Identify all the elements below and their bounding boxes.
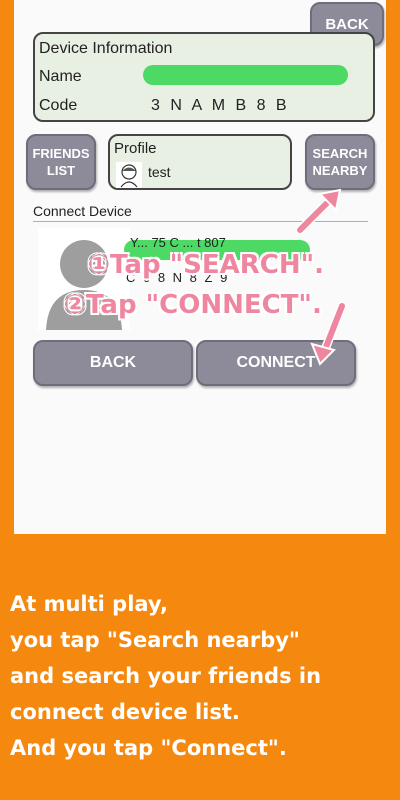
caption-line: And you tap "Connect". (10, 736, 287, 760)
profile-avatar-icon (116, 162, 142, 188)
code-value: 3 N A M B 8 B (151, 97, 290, 114)
connect-device-label: Connect Device (33, 203, 132, 219)
caption-line: you tap "Search nearby" (10, 628, 300, 652)
name-value-bar (143, 65, 348, 85)
friends-list-button[interactable]: FRIENDS LIST (26, 134, 96, 190)
search-nearby-button[interactable]: SEARCH NEARBY (305, 134, 375, 190)
back-button-bottom[interactable]: BACK (33, 340, 193, 386)
caption-line: and search your friends in (10, 664, 322, 688)
profile-box: Profile test (108, 134, 292, 190)
profile-label: Profile (114, 140, 157, 157)
device-information-box: Device Information Name Code 3 N A M B 8… (33, 32, 375, 122)
promo-caption: At multi play, you tap "Search nearby" a… (10, 586, 394, 766)
code-label: Code (39, 97, 78, 114)
instruction-step-1: ①Tap "SEARCH". (88, 250, 325, 280)
profile-name: test (148, 164, 171, 180)
caption-line: At multi play, (10, 592, 168, 616)
device-info-title: Device Information (39, 40, 173, 57)
name-label: Name (39, 68, 82, 85)
instruction-step-2: ②Tap "CONNECT". (64, 290, 322, 320)
caption-line: connect device list. (10, 700, 240, 724)
arrow-to-search-icon (295, 188, 342, 235)
device-name-text: Y... 75 C ... t 807 (130, 235, 226, 250)
